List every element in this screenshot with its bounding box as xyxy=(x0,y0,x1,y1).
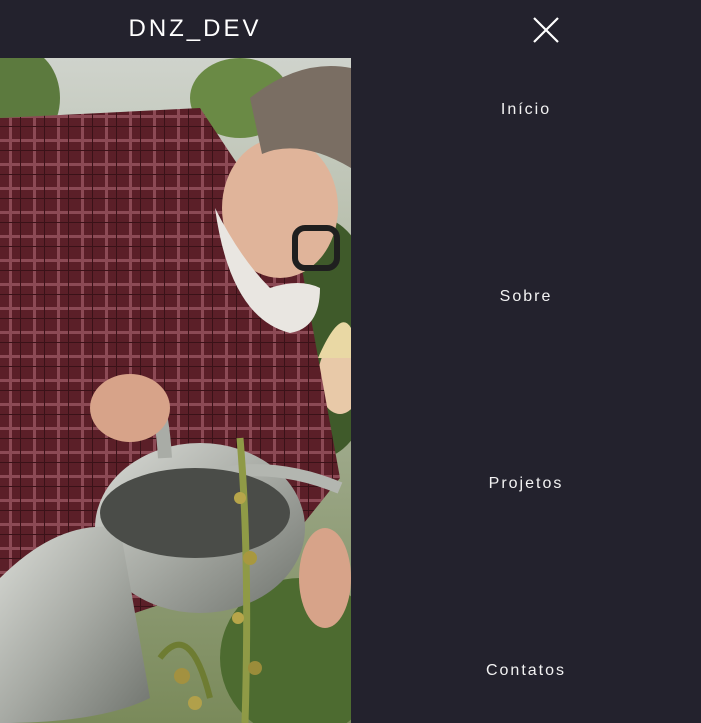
close-icon xyxy=(533,17,559,43)
nav-menu: Início Sobre Projetos Contatos xyxy=(351,58,701,723)
nav-item-sobre[interactable]: Sobre xyxy=(351,282,701,312)
close-menu-button[interactable] xyxy=(530,14,562,46)
nav-item-contatos[interactable]: Contatos xyxy=(351,656,701,686)
nav-item-inicio[interactable]: Início xyxy=(351,95,701,125)
brand-logo[interactable]: DNZ_DEV xyxy=(0,0,390,58)
nav-item-projetos[interactable]: Projetos xyxy=(351,469,701,499)
photo-image xyxy=(0,58,351,723)
header: DNZ_DEV xyxy=(0,0,701,58)
hero-photo xyxy=(0,58,351,723)
